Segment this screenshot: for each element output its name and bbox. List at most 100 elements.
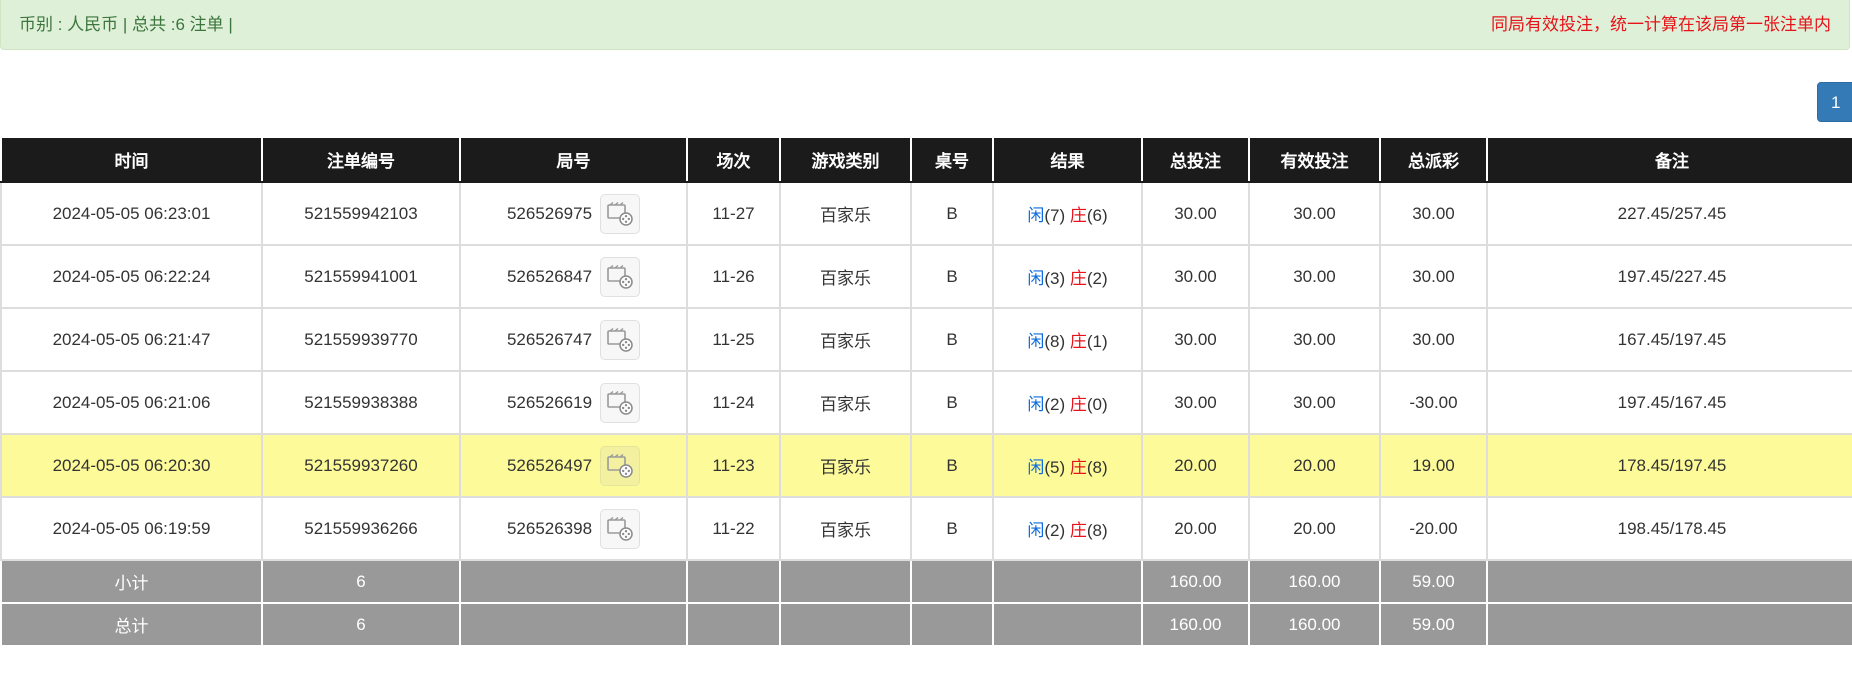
video-replay-icon[interactable] xyxy=(600,256,641,297)
round-number: 526526975 xyxy=(506,203,593,223)
page-1-button[interactable]: 1 xyxy=(1817,82,1852,122)
cell-bet-id: 521559937260 xyxy=(261,433,461,498)
player-label: 闲 xyxy=(1027,458,1045,477)
cell-total-bet: 30.00 xyxy=(1141,244,1250,309)
round-number: 526526398 xyxy=(506,518,593,538)
cell-payout: 30.00 xyxy=(1379,307,1488,372)
cell-round: 526526847 xyxy=(459,244,688,309)
banker-score: (6) xyxy=(1086,206,1108,225)
player-score: (2) xyxy=(1044,395,1066,414)
header-total-bet: 总投注 xyxy=(1141,136,1250,183)
banker-label: 庄 xyxy=(1069,332,1087,351)
cell-game-type: 百家乐 xyxy=(779,244,912,309)
player-label: 闲 xyxy=(1027,206,1045,225)
player-score: (3) xyxy=(1044,269,1066,288)
total-total-bet: 160.00 xyxy=(1141,602,1250,647)
header-game-type: 游戏类别 xyxy=(779,136,912,183)
cell-bet-id: 521559939770 xyxy=(261,307,461,372)
header-note: 备注 xyxy=(1486,136,1852,183)
banker-score: (2) xyxy=(1086,269,1108,288)
currency-summary: 币别 : 人民币 | 总共 :6 注单 | xyxy=(19,15,233,34)
cell-valid-bet: 30.00 xyxy=(1248,181,1381,246)
cell-payout: 30.00 xyxy=(1379,181,1488,246)
total-payout: 59.00 xyxy=(1379,602,1488,647)
cell-time: 2024-05-05 06:22:24 xyxy=(0,244,263,309)
cell-payout: 30.00 xyxy=(1379,244,1488,309)
video-replay-icon[interactable] xyxy=(600,193,641,234)
header-result: 结果 xyxy=(992,136,1143,183)
cell-round: 526526497 xyxy=(459,433,688,498)
cell-game-type: 百家乐 xyxy=(779,433,912,498)
banker-score: (0) xyxy=(1086,395,1108,414)
cell-total-bet: 30.00 xyxy=(1141,307,1250,372)
cell-bet-id: 521559941001 xyxy=(261,244,461,309)
subtotal-count: 6 xyxy=(261,559,461,604)
cell-total-bet: 20.00 xyxy=(1141,496,1250,561)
cell-time: 2024-05-05 06:23:01 xyxy=(0,181,263,246)
cell-result: 闲(8) 庄(1) xyxy=(992,307,1143,372)
cell-total-bet: 30.00 xyxy=(1141,370,1250,435)
header-valid-bet: 有效投注 xyxy=(1248,136,1381,183)
table-row: 2024-05-05 06:21:47 521559939770 526526747… xyxy=(0,307,1852,372)
header-session: 场次 xyxy=(686,136,781,183)
cell-game-type: 百家乐 xyxy=(779,496,912,561)
video-replay-icon[interactable] xyxy=(600,382,641,423)
total-valid-bet: 160.00 xyxy=(1248,602,1381,647)
header-payout: 总派彩 xyxy=(1379,136,1488,183)
cell-round: 526526747 xyxy=(459,307,688,372)
cell-result: 闲(7) 庄(6) xyxy=(992,181,1143,246)
player-label: 闲 xyxy=(1027,269,1045,288)
table-row: 2024-05-05 06:23:01 521559942103 526526975… xyxy=(0,181,1852,246)
cell-bet-id: 521559938388 xyxy=(261,370,461,435)
bet-records-table: 时间 注单编号 局号 场次 游戏类别 桌号 结果 总投注 有效投注 总派彩 备注… xyxy=(0,136,1852,647)
header-bet-id: 注单编号 xyxy=(261,136,461,183)
cell-time: 2024-05-05 06:20:30 xyxy=(0,433,263,498)
player-score: (2) xyxy=(1044,521,1066,540)
cell-round: 526526398 xyxy=(459,496,688,561)
rule-notice: 同局有效投注，统一计算在该局第一张注单内 xyxy=(1491,15,1831,34)
round-number: 526526497 xyxy=(506,455,593,475)
player-label: 闲 xyxy=(1027,521,1045,540)
video-replay-icon[interactable] xyxy=(600,319,641,360)
cell-bet-id: 521559942103 xyxy=(261,181,461,246)
cell-total-bet: 30.00 xyxy=(1141,181,1250,246)
cell-note: 178.45/197.45 xyxy=(1486,433,1852,498)
player-label: 闲 xyxy=(1027,332,1045,351)
cell-total-bet: 20.00 xyxy=(1141,433,1250,498)
subtotal-total-bet: 160.00 xyxy=(1141,559,1250,604)
cell-note: 167.45/197.45 xyxy=(1486,307,1852,372)
banker-score: (8) xyxy=(1086,521,1108,540)
cell-note: 227.45/257.45 xyxy=(1486,181,1852,246)
table-row: 2024-05-05 06:22:24 521559941001 526526847… xyxy=(0,244,1852,309)
header-table-no: 桌号 xyxy=(910,136,994,183)
total-label: 总计 xyxy=(0,602,263,647)
table-row: 2024-05-05 06:20:30 521559937260 526526497… xyxy=(0,433,1852,498)
player-score: (7) xyxy=(1044,206,1066,225)
cell-session: 11-26 xyxy=(686,244,781,309)
round-number: 526526747 xyxy=(506,329,593,349)
cell-session: 11-23 xyxy=(686,433,781,498)
total-row: 总计 6 160.00 160.00 59.00 xyxy=(0,602,1852,647)
cell-result: 闲(5) 庄(8) xyxy=(992,433,1143,498)
cell-table-no: B xyxy=(910,433,994,498)
subtotal-row: 小计 6 160.00 160.00 59.00 xyxy=(0,559,1852,604)
banker-score: (1) xyxy=(1086,332,1108,351)
cell-table-no: B xyxy=(910,370,994,435)
total-count: 6 xyxy=(261,602,461,647)
player-score: (5) xyxy=(1044,458,1066,477)
cell-valid-bet: 30.00 xyxy=(1248,244,1381,309)
cell-session: 11-22 xyxy=(686,496,781,561)
summary-alert: 币别 : 人民币 | 总共 :6 注单 | 同局有效投注，统一计算在该局第一张注… xyxy=(0,0,1850,50)
cell-payout: 19.00 xyxy=(1379,433,1488,498)
video-replay-icon[interactable] xyxy=(600,445,641,486)
cell-session: 11-27 xyxy=(686,181,781,246)
cell-bet-id: 521559936266 xyxy=(261,496,461,561)
video-replay-icon[interactable] xyxy=(600,508,641,549)
banker-score: (8) xyxy=(1086,458,1108,477)
banker-label: 庄 xyxy=(1069,521,1087,540)
cell-result: 闲(2) 庄(8) xyxy=(992,496,1143,561)
cell-payout: -20.00 xyxy=(1379,496,1488,561)
header-round: 局号 xyxy=(459,136,688,183)
cell-time: 2024-05-05 06:19:59 xyxy=(0,496,263,561)
cell-note: 197.45/227.45 xyxy=(1486,244,1852,309)
